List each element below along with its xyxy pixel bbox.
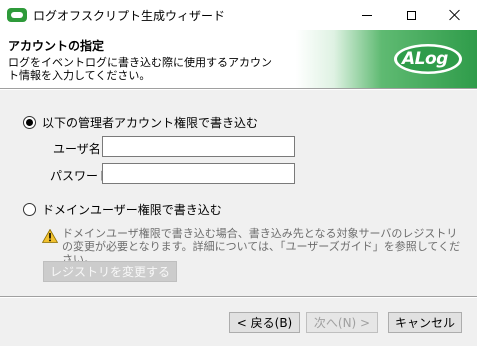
cancel-button[interactable]: キャンセル [388,312,462,333]
next-button[interactable]: 次へ(N) > [306,312,378,333]
wizard-header: アカウントの指定 ログをイベントログに書き込む際に使用するアカウント情報を入力し… [0,30,477,88]
footer-divider-highlight [0,297,477,298]
admin-account-option[interactable]: 以下の管理者アカウント権限で書き込む [23,114,258,131]
title-bar: ログオフスクリプト生成ウィザード [0,0,477,30]
close-button[interactable] [433,0,477,30]
page-description: ログをイベントログに書き込む際に使用するアカウント情報を入力してください。 [8,56,272,82]
wizard-window: ログオフスクリプト生成ウィザード アカウントの指定 ログをイベントログに書き込む… [0,0,477,346]
domain-user-option[interactable]: ドメインユーザー権限で書き込む [23,201,222,218]
change-registry-button[interactable]: レジストリを変更する [43,261,177,282]
password-input[interactable] [102,163,295,184]
minimize-button[interactable] [345,0,389,30]
domain-user-label: ドメインユーザー権限で書き込む [42,203,222,217]
app-icon [7,8,27,22]
username-label: ユーザ名 [53,142,101,156]
admin-account-label: 以下の管理者アカウント権限で書き込む [42,116,259,130]
domain-user-radio[interactable] [23,203,36,216]
back-button[interactable]: < 戻る(B) [229,312,300,333]
header-divider-highlight [0,89,477,90]
password-label: パスワード [50,169,111,183]
maximize-button[interactable] [389,0,433,30]
minimize-icon [362,14,372,16]
page-title: アカウントの指定 [8,39,105,53]
warning-icon [42,229,58,243]
maximize-icon [406,10,416,20]
admin-account-radio[interactable] [23,116,36,129]
logo-text: ALog [402,49,448,69]
username-input[interactable] [102,136,295,157]
window-title: ログオフスクリプト生成ウィザード [33,9,226,23]
close-icon [449,9,461,21]
alog-logo: ALog [392,42,464,76]
